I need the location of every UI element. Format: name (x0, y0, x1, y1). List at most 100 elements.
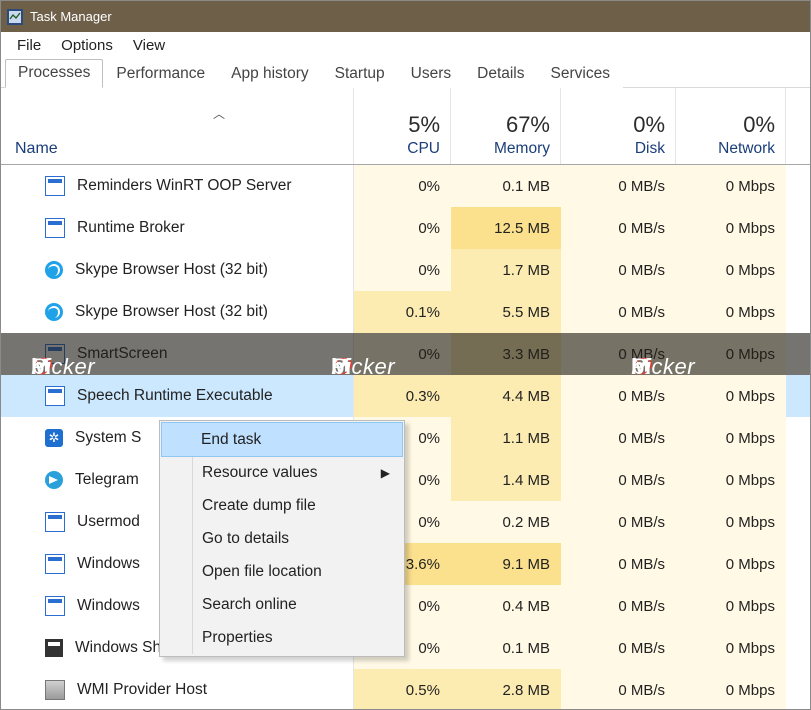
process-rows: Reminders WinRT OOP Server0%0.1 MB0 MB/s… (1, 165, 810, 710)
sort-ascending-icon: ︿ (213, 105, 225, 122)
menu-options[interactable]: Options (51, 35, 123, 56)
wmi-icon (45, 680, 65, 700)
table-row[interactable]: Skype Browser Host (32 bit)0%1.7 MB0 MB/… (1, 249, 810, 291)
process-name-cell: Reminders WinRT OOP Server (1, 165, 354, 207)
context-menu: End task Resource values ▶ Create dump f… (159, 420, 405, 657)
titlebar[interactable]: Task Manager (1, 1, 810, 32)
column-cpu[interactable]: 5% CPU (354, 88, 451, 164)
tab-users[interactable]: Users (398, 60, 464, 88)
submenu-arrow-icon: ▶ (381, 466, 390, 480)
column-name-label: Name (15, 140, 353, 158)
tg-icon (45, 471, 63, 489)
table-row[interactable]: WMI Provider Host0.5%2.8 MB0 MB/s0 Mbps (1, 669, 810, 710)
generic-icon (45, 386, 65, 406)
network-total: 0% (743, 112, 775, 138)
ctx-go-to-details[interactable]: Go to details (162, 522, 402, 555)
table-row[interactable]: Reminders WinRT OOP Server0%0.1 MB0 MB/s… (1, 165, 810, 207)
cell-cpu: 0% (354, 333, 451, 375)
cell-net: 0 Mbps (676, 291, 786, 333)
generic-icon (45, 218, 65, 238)
table-row[interactable]: System S0%1.1 MB0 MB/s0 Mbps (1, 417, 810, 459)
ctx-resource-values[interactable]: Resource values ▶ (162, 456, 402, 489)
tab-app-history[interactable]: App history (218, 60, 322, 88)
cell-disk: 0 MB/s (561, 417, 676, 459)
generic-icon (45, 344, 65, 364)
process-name-cell: Runtime Broker (1, 207, 354, 249)
table-row[interactable]: Runtime Broker0%12.5 MB0 MB/s0 Mbps (1, 207, 810, 249)
process-name: WMI Provider Host (77, 681, 207, 699)
process-name: Usermod (77, 513, 140, 531)
cell-mem: 0.1 MB (451, 627, 561, 669)
memory-total: 67% (506, 112, 550, 138)
ctx-create-dump[interactable]: Create dump file (162, 489, 402, 522)
cell-net: 0 Mbps (676, 249, 786, 291)
cell-mem: 5.5 MB (451, 291, 561, 333)
process-name: SmartScreen (77, 345, 167, 363)
cell-disk: 0 MB/s (561, 501, 676, 543)
tab-startup[interactable]: Startup (322, 60, 398, 88)
cell-mem: 9.1 MB (451, 543, 561, 585)
cell-mem: 4.4 MB (451, 375, 561, 417)
column-disk-label: Disk (635, 140, 665, 158)
process-name-cell: WMI Provider Host (1, 669, 354, 710)
table-row[interactable]: Windows0%0.4 MB0 MB/s0 Mbps (1, 585, 810, 627)
cell-net: 0 Mbps (676, 501, 786, 543)
gear-icon (45, 429, 63, 447)
cell-cpu: 0% (354, 165, 451, 207)
table-row[interactable]: Usermod0%0.2 MB0 MB/s0 Mbps (1, 501, 810, 543)
cell-cpu: 0.3% (354, 375, 451, 417)
table-row[interactable]: Telegram0%1.4 MB0 MB/s0 Mbps (1, 459, 810, 501)
column-disk[interactable]: 0% Disk (561, 88, 676, 164)
cell-net: 0 Mbps (676, 207, 786, 249)
cell-disk: 0 MB/s (561, 249, 676, 291)
cell-disk: 0 MB/s (561, 207, 676, 249)
ctx-resource-values-label: Resource values (202, 464, 317, 482)
column-network[interactable]: 0% Network (676, 88, 786, 164)
menu-file[interactable]: File (7, 35, 51, 56)
process-name: Skype Browser Host (32 bit) (75, 303, 268, 321)
column-memory-label: Memory (494, 140, 550, 158)
process-name-cell: Speech Runtime Executable (1, 375, 354, 417)
column-cpu-label: CPU (407, 140, 440, 158)
cell-net: 0 Mbps (676, 543, 786, 585)
tab-processes[interactable]: Processes (5, 59, 103, 88)
cell-net: 0 Mbps (676, 627, 786, 669)
ctx-properties[interactable]: Properties (162, 621, 402, 654)
cell-disk: 0 MB/s (561, 459, 676, 501)
cell-net: 0 Mbps (676, 459, 786, 501)
cell-mem: 1.1 MB (451, 417, 561, 459)
tab-services[interactable]: Services (538, 60, 623, 88)
menu-view[interactable]: View (123, 35, 175, 56)
tab-details[interactable]: Details (464, 60, 537, 88)
process-name-cell: Skype Browser Host (32 bit) (1, 291, 354, 333)
column-name[interactable]: ︿ Name (1, 88, 354, 164)
cell-disk: 0 MB/s (561, 291, 676, 333)
cell-net: 0 Mbps (676, 585, 786, 627)
tab-performance[interactable]: Performance (103, 60, 218, 88)
generic-icon (45, 512, 65, 532)
cell-disk: 0 MB/s (561, 543, 676, 585)
cell-disk: 0 MB/s (561, 375, 676, 417)
table-row[interactable]: Skype Browser Host (32 bit)0.1%5.5 MB0 M… (1, 291, 810, 333)
cell-mem: 0.4 MB (451, 585, 561, 627)
ctx-open-file-location[interactable]: Open file location (162, 555, 402, 588)
process-name: Windows (77, 555, 140, 573)
column-memory[interactable]: 67% Memory (451, 88, 561, 164)
ctx-search-online[interactable]: Search online (162, 588, 402, 621)
process-name: Speech Runtime Executable (77, 387, 273, 405)
task-manager-icon (7, 9, 23, 25)
ctx-end-task[interactable]: End task (161, 422, 403, 457)
cell-cpu: 0.1% (354, 291, 451, 333)
cell-cpu: 0% (354, 249, 451, 291)
table-row[interactable]: SmartScreen0%3.3 MB0 MB/s0 MbpsM❍biPicke… (1, 333, 810, 375)
tabstrip: Processes Performance App history Startu… (1, 59, 810, 88)
menubar: File Options View (1, 32, 810, 59)
table-row[interactable]: Windows Shell Experience Host0%0.1 MB0 M… (1, 627, 810, 669)
process-name: System S (75, 429, 141, 447)
cell-mem: 2.8 MB (451, 669, 561, 710)
table-row[interactable]: Speech Runtime Executable 0.3%4.4 MB0 MB/… (1, 375, 810, 417)
table-row[interactable]: Windows3.6%9.1 MB0 MB/s0 Mbps (1, 543, 810, 585)
cell-disk: 0 MB/s (561, 669, 676, 710)
cell-disk: 0 MB/s (561, 165, 676, 207)
process-name: Telegram (75, 471, 139, 489)
